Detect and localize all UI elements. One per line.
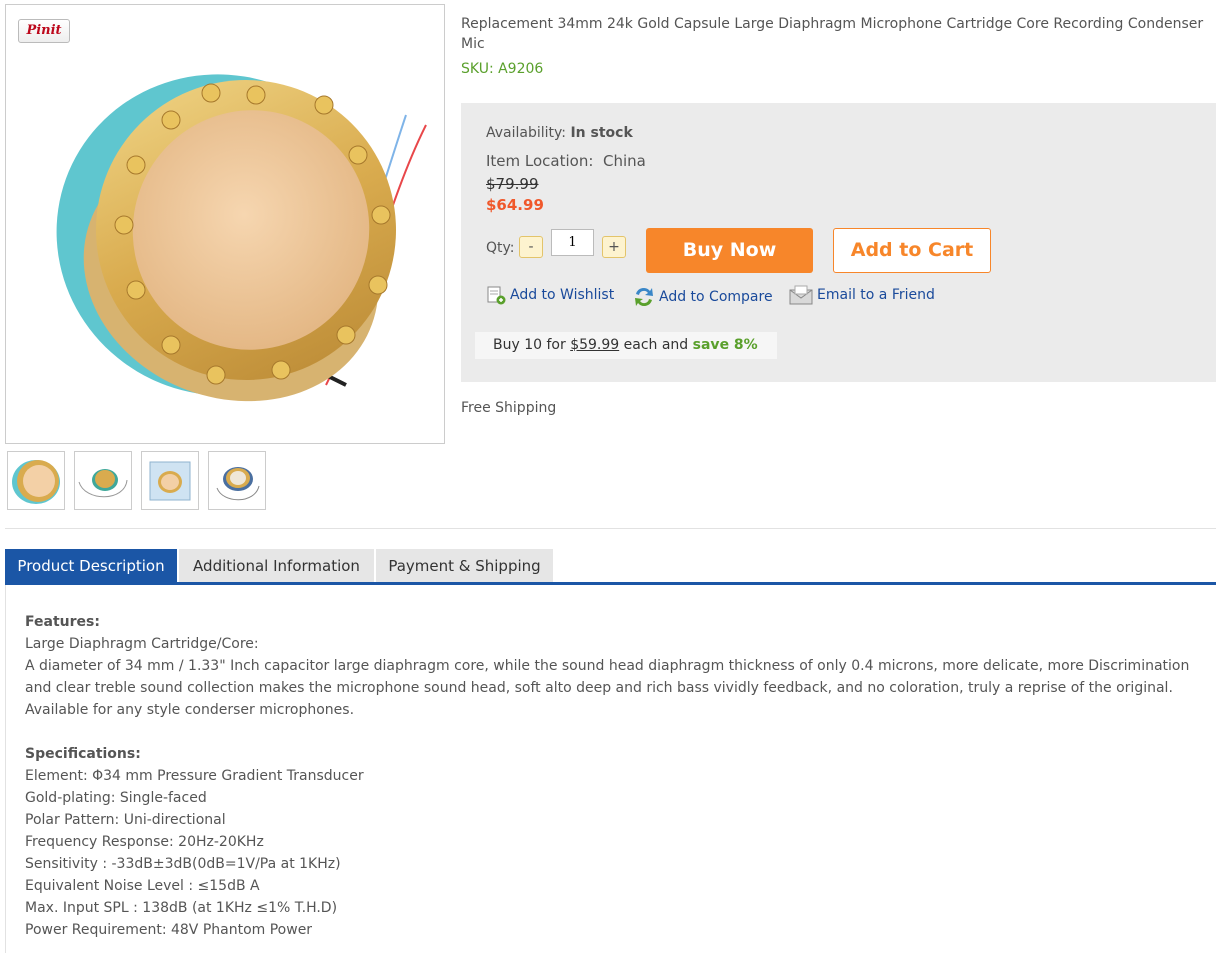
wishlist-icon bbox=[487, 286, 506, 305]
tab-payment-shipping[interactable]: Payment & Shipping bbox=[376, 549, 553, 584]
thumbnail-image bbox=[78, 469, 128, 498]
tier-prefix: Buy 10 for bbox=[493, 337, 566, 353]
divider bbox=[5, 528, 1216, 529]
availability-status: In stock bbox=[570, 125, 633, 141]
compare-label: Add to Compare bbox=[659, 289, 773, 305]
spec-item: Equivalent Noise Level : ≤15dB A bbox=[25, 878, 260, 894]
spec-item: Max. Input SPL : 138dB (at 1KHz ≤1% T.H.… bbox=[25, 900, 338, 916]
item-location: Item Location: China bbox=[486, 152, 646, 170]
tier-middle: each and bbox=[623, 337, 689, 353]
thumbnail-image bbox=[12, 460, 60, 504]
tier-price-notice: Buy 10 for $59.99 each and save 8% bbox=[475, 332, 777, 359]
location-value: China bbox=[602, 152, 646, 170]
thumbnail-image bbox=[149, 461, 191, 501]
spec-item: Sensitivity : -33dB±3dB(0dB=1V/Pa at 1KH… bbox=[25, 856, 341, 872]
qty-input[interactable]: 1 bbox=[551, 229, 594, 256]
availability: Availability: In stock bbox=[486, 125, 633, 141]
email-friend-link[interactable]: Email to a Friend bbox=[789, 285, 935, 305]
spec-item: Frequency Response: 20Hz-20KHz bbox=[25, 834, 264, 850]
spec-item: Polar Pattern: Uni-directional bbox=[25, 812, 226, 828]
product-main-image[interactable] bbox=[5, 4, 445, 444]
features-heading: Features: bbox=[25, 614, 100, 630]
special-price: $64.99 bbox=[486, 196, 544, 214]
wishlist-label: Add to Wishlist bbox=[510, 287, 615, 303]
qty-decrease-button[interactable]: - bbox=[519, 236, 543, 258]
availability-label: Availability: bbox=[486, 125, 567, 141]
location-label: Item Location: bbox=[486, 152, 594, 170]
add-to-wishlist-link[interactable]: Add to Wishlist bbox=[486, 285, 614, 305]
features-text: A diameter of 34 mm / 1.33" Inch capacit… bbox=[25, 658, 1190, 696]
free-shipping-note: Free Shipping bbox=[461, 400, 557, 416]
thumbnail-2[interactable] bbox=[74, 451, 132, 510]
product-title: Replacement 34mm 24k Gold Capsule Large … bbox=[461, 16, 1204, 52]
email-icon bbox=[789, 285, 813, 305]
email-label: Email to a Friend bbox=[817, 287, 935, 303]
tab-additional-information[interactable]: Additional Information bbox=[179, 549, 374, 584]
thumbnail-1[interactable] bbox=[7, 451, 65, 510]
qty-increase-button[interactable]: + bbox=[602, 236, 626, 258]
add-to-cart-button[interactable]: Add to Cart bbox=[833, 228, 991, 273]
pin-it-button[interactable]: Pinit bbox=[18, 19, 70, 43]
product-description: Features: Large Diaphragm Cartridge/Core… bbox=[25, 611, 1200, 941]
spec-item: Power Requirement: 48V Phantom Power bbox=[25, 922, 313, 938]
thumbnail-3[interactable] bbox=[141, 451, 199, 510]
specifications-heading: Specifications: bbox=[25, 746, 141, 762]
spec-item: Element: Φ34 mm Pressure Gradient Transd… bbox=[25, 768, 364, 784]
tier-price: $59.99 bbox=[570, 337, 620, 353]
spec-item: Gold-plating: Single-faced bbox=[25, 790, 207, 806]
microphone-capsule-image bbox=[56, 74, 427, 402]
product-sku: SKU: A9206 bbox=[461, 61, 544, 77]
features-subheading: Large Diaphragm Cartridge/Core: bbox=[25, 636, 259, 652]
features-text-2: Available for any style conderser microp… bbox=[25, 702, 355, 718]
qty-label: Qty: bbox=[486, 240, 515, 256]
old-price: $79.99 bbox=[486, 175, 539, 193]
tier-save: save 8% bbox=[692, 337, 758, 353]
thumbnail-4[interactable] bbox=[208, 451, 266, 510]
tab-product-description[interactable]: Product Description bbox=[5, 549, 177, 584]
add-to-compare-link[interactable]: Add to Compare bbox=[633, 285, 773, 309]
buy-now-button[interactable]: Buy Now bbox=[646, 228, 813, 273]
thumbnail-image bbox=[216, 467, 260, 501]
compare-icon bbox=[635, 287, 653, 307]
